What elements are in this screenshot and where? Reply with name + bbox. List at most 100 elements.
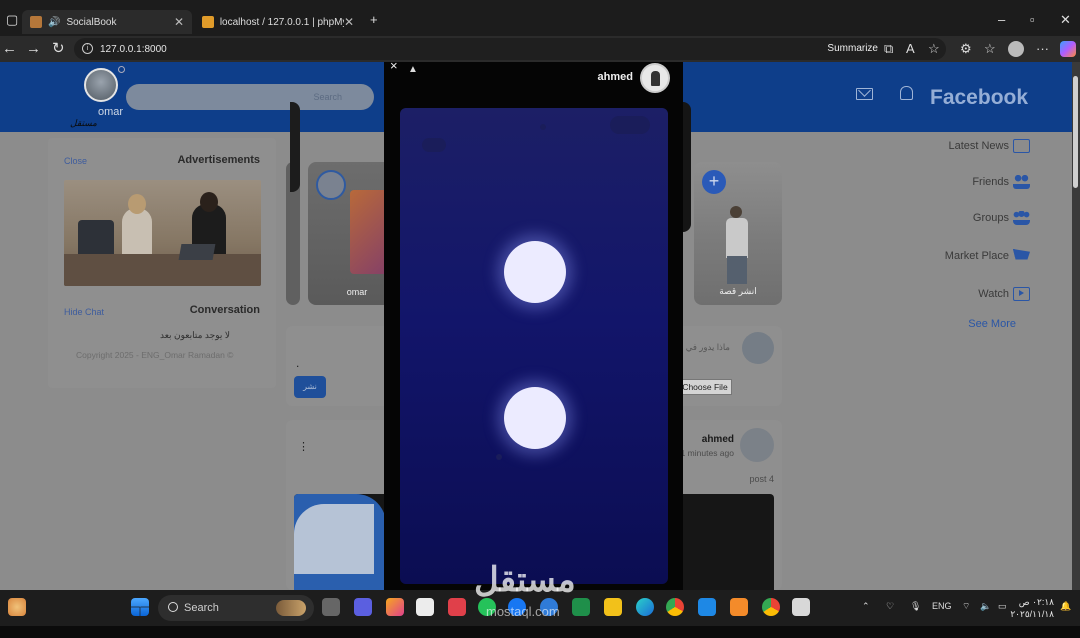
- site-logo[interactable]: Facebook: [930, 86, 1028, 110]
- file-explorer-icon[interactable]: [604, 598, 622, 616]
- hide-chat-link[interactable]: Hide Chat: [64, 307, 104, 317]
- tab-actions-icon[interactable]: ▢: [6, 12, 18, 28]
- extensions-icon[interactable]: ⚙: [960, 41, 972, 57]
- add-story-icon[interactable]: +: [702, 170, 726, 194]
- close-viewer-icon[interactable]: ×: [390, 58, 398, 73]
- browser-tab-bar: ▢ 🔊 SocialBook ✕ localhost / 127.0.0.1 |…: [0, 0, 1080, 36]
- story-viewer: × ▲ ahmed: [384, 58, 683, 590]
- search-input[interactable]: Search: [126, 84, 374, 110]
- taskbar-search-input[interactable]: Search: [158, 595, 314, 621]
- notifications-bell-icon[interactable]: [900, 86, 913, 100]
- tab-phpmyadmin[interactable]: localhost / 127.0.0.1 | phpMyAdmi ✕: [194, 10, 362, 34]
- copilot-icon[interactable]: [1060, 41, 1076, 57]
- translate-icon[interactable]: ⧉: [884, 41, 893, 57]
- more-menu-icon[interactable]: ···: [1036, 41, 1049, 56]
- system-clock[interactable]: ٠٢:١٨ ص ٢٠٢٥/١١/١٨: [1010, 596, 1054, 620]
- tab-socialbook[interactable]: 🔊 SocialBook ✕: [22, 10, 192, 34]
- composer-dot: .: [296, 356, 300, 370]
- menu-item-groups[interactable]: Groups: [973, 208, 1030, 228]
- light-orb: [504, 241, 566, 303]
- header-user-name[interactable]: omar: [98, 106, 123, 118]
- copyright-text: Copyright 2025 - ENG_Omar Ramadan ©: [76, 350, 234, 360]
- person-legs-shape: [727, 256, 747, 284]
- menu-item-label: Watch: [978, 288, 1009, 300]
- create-story-card[interactable]: + انشر قصة: [694, 162, 782, 305]
- menu-item-friends[interactable]: Friends: [972, 172, 1030, 192]
- avatar[interactable]: [640, 63, 670, 93]
- bottom-strip: [0, 626, 1080, 638]
- maximize-icon[interactable]: ▫: [1030, 12, 1035, 27]
- chrome-profile-icon[interactable]: [762, 598, 780, 616]
- microphone-icon[interactable]: 🎙: [910, 601, 921, 612]
- back-icon[interactable]: ←: [2, 40, 17, 58]
- teams-icon[interactable]: [354, 598, 372, 616]
- language-indicator[interactable]: ENG: [932, 601, 952, 611]
- previous-story-control[interactable]: [290, 102, 300, 192]
- chrome-icon[interactable]: [666, 598, 684, 616]
- spreadsheet-icon[interactable]: [572, 598, 590, 616]
- close-window-icon[interactable]: ✕: [1060, 12, 1071, 28]
- windows-start-icon[interactable]: [131, 598, 149, 616]
- friends-icon: [1013, 175, 1030, 189]
- choose-file-button[interactable]: Choose File: [678, 379, 732, 395]
- menu-item-label: Groups: [972, 212, 1009, 224]
- watermark-url: mostaql.com: [486, 604, 560, 619]
- avatar[interactable]: [84, 68, 118, 102]
- wifi-icon[interactable]: ⌔: [962, 601, 970, 612]
- url-field[interactable]: i 127.0.0.1:8000: [74, 38, 946, 60]
- vscode-icon[interactable]: [698, 598, 716, 616]
- favorite-star-icon[interactable]: ☆: [928, 41, 940, 57]
- forward-icon[interactable]: →: [26, 40, 41, 58]
- profile-avatar[interactable]: [1008, 41, 1024, 57]
- site-info-icon[interactable]: i: [82, 43, 93, 54]
- volume-muted-icon[interactable]: 🔈: [980, 601, 991, 612]
- groups-icon: [1013, 211, 1030, 225]
- menu-item-marketplace[interactable]: Market Place: [945, 246, 1030, 266]
- media-speck: [422, 138, 446, 152]
- tab-label: SocialBook: [66, 16, 117, 28]
- speaker-icon[interactable]: 🔊: [48, 17, 60, 28]
- post-options-icon[interactable]: ⋮: [298, 440, 309, 453]
- tray-chevron-icon[interactable]: ⌃: [862, 601, 870, 612]
- messages-icon[interactable]: [856, 88, 873, 100]
- advertisement-image[interactable]: [64, 180, 261, 286]
- online-status-icon: [118, 66, 125, 73]
- story-media[interactable]: [400, 108, 668, 584]
- see-more-link[interactable]: See More: [968, 318, 1016, 330]
- media-speck: [496, 454, 502, 460]
- next-story-control[interactable]: [683, 102, 691, 232]
- publish-button[interactable]: نشر: [294, 376, 326, 398]
- page-scrollbar[interactable]: [1072, 62, 1080, 590]
- menu-item-latest-news[interactable]: Latest News: [948, 136, 1030, 156]
- avatar[interactable]: [740, 428, 774, 462]
- battery-saver-icon[interactable]: ♡: [886, 601, 894, 612]
- close-tab-icon[interactable]: ✕: [174, 15, 184, 29]
- favorites-icon[interactable]: ☆: [984, 41, 996, 57]
- post-author[interactable]: ahmed: [702, 434, 734, 445]
- edge-icon[interactable]: [636, 598, 654, 616]
- battery-icon[interactable]: ▭: [998, 601, 1007, 612]
- minimize-icon[interactable]: –: [998, 12, 1005, 27]
- task-view-icon[interactable]: [322, 598, 340, 616]
- story-author[interactable]: ahmed: [598, 71, 633, 83]
- person-shape: [122, 208, 152, 260]
- close-ads-link[interactable]: Close: [64, 156, 87, 166]
- notification-bell-icon[interactable]: 🔔: [1060, 601, 1071, 612]
- new-tab-icon[interactable]: +: [370, 12, 378, 27]
- store-icon[interactable]: [416, 598, 434, 616]
- scrollbar-thumb[interactable]: [1073, 76, 1078, 188]
- copilot-app-icon[interactable]: [386, 598, 404, 616]
- menu-item-watch[interactable]: Watch: [978, 284, 1030, 304]
- taskbar-search-label: Search: [184, 602, 219, 614]
- weather-widget-icon[interactable]: [8, 598, 26, 616]
- person-head-shape: [128, 194, 146, 214]
- header-user-subtitle: مستقل: [70, 118, 97, 128]
- notepad-icon[interactable]: [792, 598, 810, 616]
- read-aloud-icon[interactable]: A: [906, 41, 915, 56]
- mouse-cursor-icon: ▲: [408, 64, 418, 75]
- xampp-icon[interactable]: [730, 598, 748, 616]
- summarize-button[interactable]: Summarize: [827, 43, 878, 54]
- media-app-icon[interactable]: [448, 598, 466, 616]
- close-tab-icon[interactable]: ✕: [344, 15, 354, 29]
- refresh-icon[interactable]: ↻: [52, 40, 65, 58]
